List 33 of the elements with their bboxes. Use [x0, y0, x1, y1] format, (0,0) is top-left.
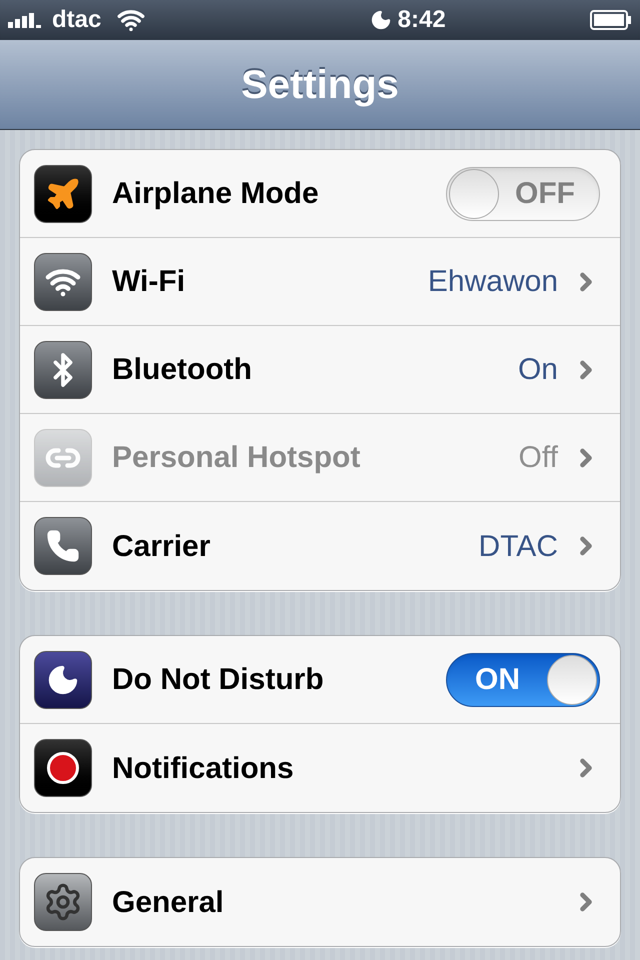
moon-icon — [34, 650, 92, 708]
row-value: Off — [518, 440, 558, 476]
row-label: Notifications — [112, 750, 295, 786]
moon-icon — [370, 9, 392, 31]
toggle-switch[interactable]: ON — [446, 652, 600, 706]
clock-time: 8:42 — [398, 5, 446, 35]
gear-icon — [34, 873, 92, 931]
battery-icon — [590, 9, 632, 31]
row-value: On — [518, 352, 558, 388]
settings-row[interactable]: Notifications — [20, 724, 620, 812]
record-icon — [34, 739, 92, 797]
settings-row[interactable]: Carrier DTAC — [20, 502, 620, 590]
carrier-name: dtac — [52, 5, 102, 35]
row-label: General — [112, 884, 225, 920]
settings-row[interactable]: Wi-Fi Ehwawon — [20, 238, 620, 326]
row-label: Do Not Disturb — [112, 662, 325, 698]
row-label: Carrier — [112, 528, 212, 564]
settings-row[interactable]: General — [20, 858, 620, 946]
settings-row[interactable]: Do Not Disturb ON — [20, 636, 620, 724]
row-value: DTAC — [478, 528, 558, 564]
settings-row[interactable]: Airplane Mode OFF — [20, 150, 620, 238]
bluetooth-icon — [34, 340, 92, 398]
nav-title: Settings — [241, 62, 399, 108]
wifi-icon — [34, 252, 92, 310]
row-label: Wi-Fi — [112, 264, 186, 300]
phone-icon — [34, 517, 92, 575]
row-label: Airplane Mode — [112, 176, 320, 212]
settings-row[interactable]: Bluetooth On — [20, 326, 620, 414]
chain-link-icon — [34, 428, 92, 486]
row-value: Ehwawon — [428, 264, 558, 300]
row-label: Personal Hotspot — [112, 440, 362, 476]
airplane-icon — [34, 164, 92, 222]
row-label: Bluetooth — [112, 352, 253, 388]
